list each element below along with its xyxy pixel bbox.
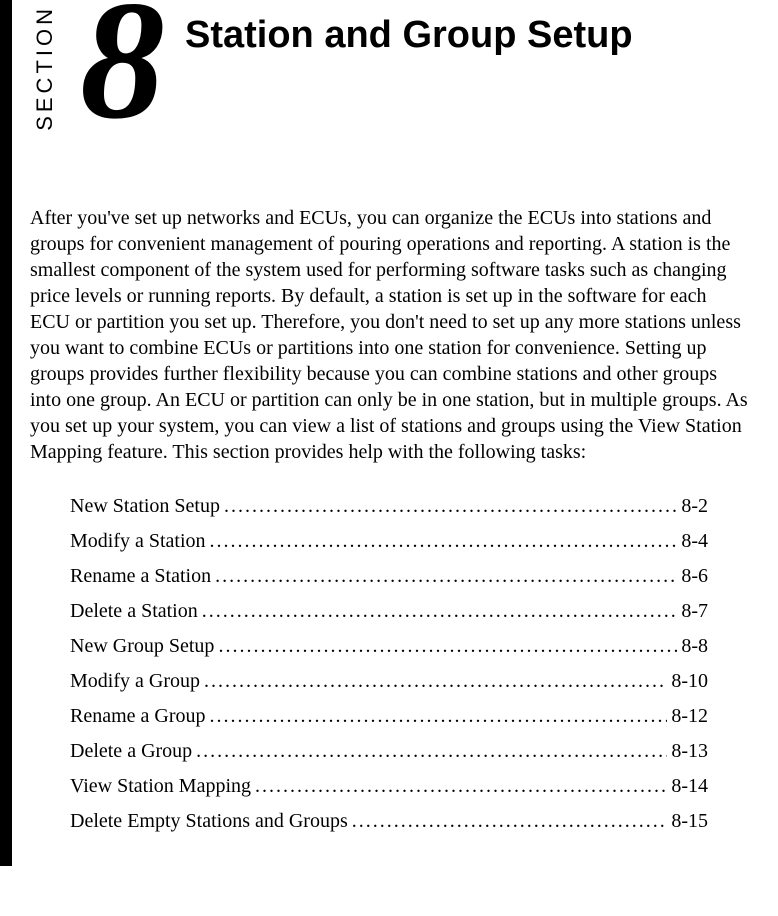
toc-dots <box>210 530 678 553</box>
toc-title: Rename a Group <box>70 705 206 728</box>
toc-page: 8-12 <box>671 705 708 728</box>
section-number: 8 <box>80 0 165 125</box>
intro-paragraph: After you've set up networks and ECUs, y… <box>30 205 748 465</box>
toc-page: 8-8 <box>681 635 708 658</box>
toc-dots <box>196 740 667 763</box>
toc-item: Modify a Station 8-4 <box>70 530 708 553</box>
toc-item: Delete a Station 8-7 <box>70 600 708 623</box>
toc-dots <box>352 810 668 833</box>
toc-title: Delete a Group <box>70 740 192 763</box>
toc-item: Rename a Station 8-6 <box>70 565 708 588</box>
toc-page: 8-2 <box>681 495 708 518</box>
toc-item: New Station Setup 8-2 <box>70 495 708 518</box>
toc-page: 8-4 <box>681 530 708 553</box>
toc-title: Modify a Station <box>70 530 206 553</box>
toc-item: Rename a Group 8-12 <box>70 705 708 728</box>
toc-title: Delete a Station <box>70 600 198 623</box>
toc-title: New Group Setup <box>70 635 214 658</box>
toc-page: 8-6 <box>681 565 708 588</box>
section-header: SECTION 8 Station and Group Setup <box>30 0 748 145</box>
section-title: Station and Group Setup <box>185 5 633 59</box>
toc-title: View Station Mapping <box>70 775 251 798</box>
toc-page: 8-7 <box>681 600 708 623</box>
toc-dots <box>215 565 677 588</box>
toc-title: New Station Setup <box>70 495 220 518</box>
toc-item: Delete Empty Stations and Groups 8-15 <box>70 810 708 833</box>
toc-item: New Group Setup 8-8 <box>70 635 708 658</box>
toc-page: 8-13 <box>671 740 708 763</box>
page-content: SECTION 8 Station and Group Setup After … <box>0 0 778 865</box>
toc-dots <box>202 600 678 623</box>
toc-item: Modify a Group 8-10 <box>70 670 708 693</box>
side-bar <box>0 0 12 866</box>
toc-dots <box>255 775 667 798</box>
toc-dots <box>218 635 677 658</box>
toc-title: Modify a Group <box>70 670 200 693</box>
toc-title: Delete Empty Stations and Groups <box>70 810 348 833</box>
toc-item: View Station Mapping 8-14 <box>70 775 708 798</box>
toc-item: Delete a Group 8-13 <box>70 740 708 763</box>
section-label-wrapper: SECTION <box>30 5 60 145</box>
table-of-contents: New Station Setup 8-2 Modify a Station 8… <box>30 495 748 833</box>
toc-page: 8-15 <box>671 810 708 833</box>
toc-title: Rename a Station <box>70 565 211 588</box>
toc-dots <box>210 705 668 728</box>
toc-page: 8-14 <box>671 775 708 798</box>
toc-dots <box>224 495 677 518</box>
toc-page: 8-10 <box>671 670 708 693</box>
section-label: SECTION <box>32 5 58 131</box>
toc-dots <box>204 670 667 693</box>
